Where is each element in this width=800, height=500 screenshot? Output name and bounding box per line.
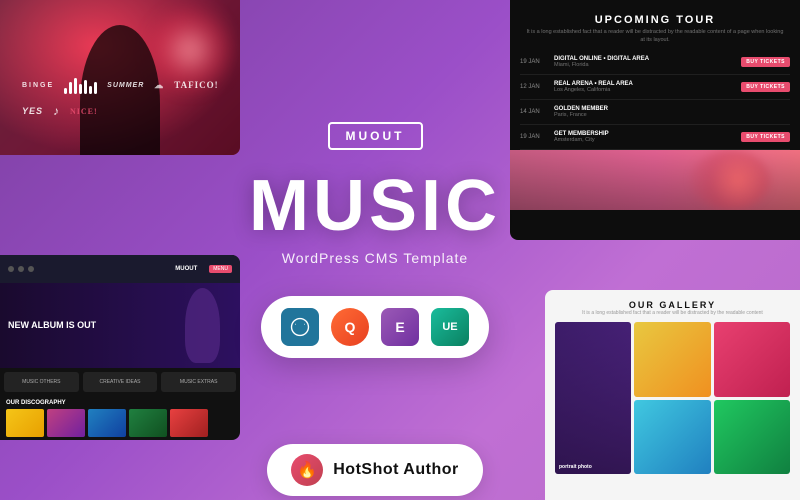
screenshot-left: MUOUT MENU NEW ALBUM IS OUT MUSIC OTHERS… <box>0 255 240 440</box>
tech-icons: Q E UE <box>261 296 489 358</box>
feature-3: MUSIC EXTRAS <box>180 379 218 385</box>
elementor-icon[interactable]: E <box>381 308 419 346</box>
logo-script1: Tafico! <box>174 80 218 90</box>
quform-icon[interactable]: Q <box>331 308 369 346</box>
logo-summer: Summer <box>107 82 144 89</box>
tour-description: It is a long established fact that a rea… <box>526 29 784 44</box>
logo-script2: Nice! <box>70 107 98 116</box>
gallery-cell-3 <box>714 322 790 397</box>
gallery-title: OUR GALLERY <box>555 300 790 310</box>
tour-item: 19 JAN DIGITAL ONLINE • DIGITAL AREA Mia… <box>520 50 790 75</box>
logo-binge: BINGE <box>22 82 54 89</box>
gallery-grid: portrait photo <box>555 322 790 477</box>
author-name: HotShot Author <box>333 461 458 479</box>
tour-list: 19 JAN DIGITAL ONLINE • DIGITAL AREA Mia… <box>510 50 800 150</box>
tour-item: 19 JAN GET MEMBERSHIP Amsterdam, City BU… <box>520 125 790 150</box>
logo-soundwave <box>64 76 97 94</box>
feature-1: MUSIC OTHERS <box>22 379 60 385</box>
logo-music-note: ♪ <box>53 104 60 118</box>
gallery-cell-5 <box>714 400 790 475</box>
author-badge-container: 🔥 HotShot Author <box>240 440 510 500</box>
tour-item: 12 JAN REAL ARENA • REAL AREA Los Angele… <box>520 75 790 100</box>
gallery-cell-4 <box>634 400 710 475</box>
gallery-subtitle: It is a long established fact that a rea… <box>555 310 790 316</box>
gallery-cell-1: portrait photo <box>555 322 631 474</box>
ultimate-icon[interactable]: UE <box>431 308 469 346</box>
wordpress-icon[interactable] <box>281 308 319 346</box>
gallery-cell-2 <box>634 322 710 397</box>
subtitle: WordPress CMS Template <box>282 250 468 266</box>
feature-2: CREATIVE IDEAS <box>99 379 140 385</box>
brand-badge: MUOUT <box>328 122 423 150</box>
logos-row: BINGE Summer ☁ Tafico! Yes ♪ Nice! <box>10 60 248 134</box>
logo-soundcloud: ☁ <box>154 80 164 91</box>
tour-title: UPCOMING TOUR <box>526 14 784 26</box>
center-content: MUOUT MUSIC WordPress CMS Template Q E U… <box>240 0 510 500</box>
author-pill[interactable]: 🔥 HotShot Author <box>267 444 482 496</box>
logo-yes: Yes <box>22 106 43 116</box>
tour-item: 14 JAN GOLDEN MEMBER Paris, France <box>520 100 790 125</box>
author-icon: 🔥 <box>291 454 323 486</box>
main-title: MUSIC <box>249 170 501 242</box>
upcoming-tour-section: UPCOMING TOUR It is a long established f… <box>510 0 800 240</box>
discography-title: OUR DISCOGRAPHY <box>6 400 234 406</box>
hero-text: NEW ALBUM IS OUT <box>8 320 96 331</box>
gallery-section: OUR GALLERY It is a long established fac… <box>545 290 800 500</box>
